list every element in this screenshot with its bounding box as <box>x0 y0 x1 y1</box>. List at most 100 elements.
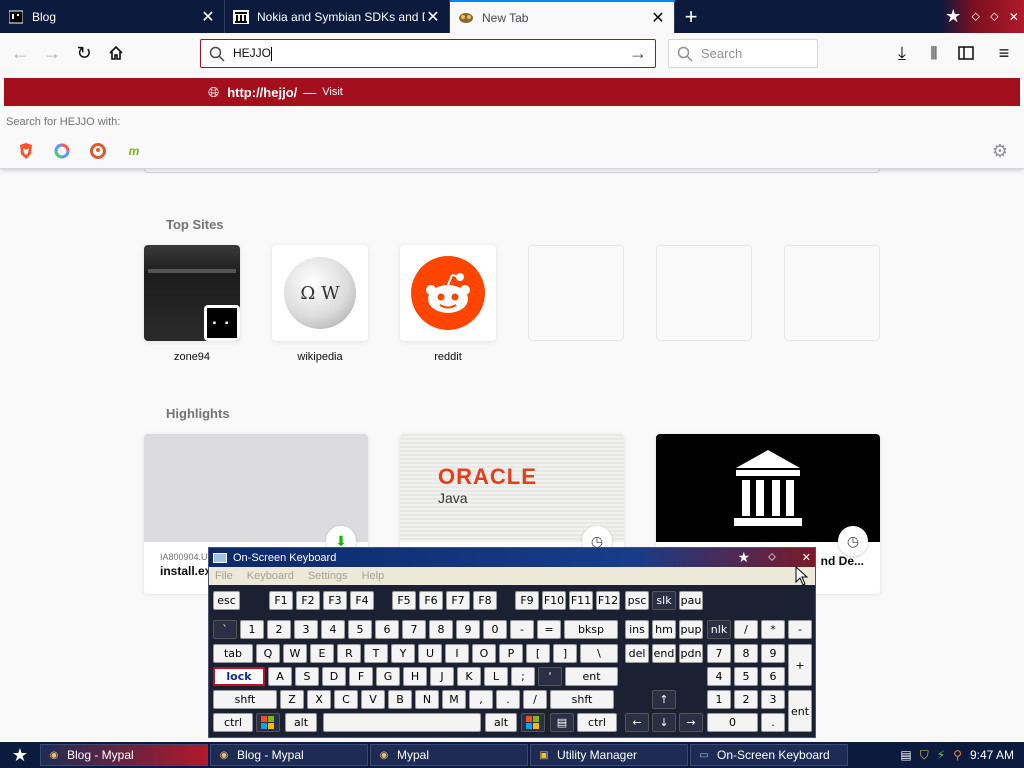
windows-key[interactable] <box>256 713 280 732</box>
key-pup[interactable]: pup <box>679 620 703 639</box>
key-j[interactable]: J <box>430 667 454 686</box>
top-site[interactable]: reddit <box>400 245 496 363</box>
key-k0[interactable]: 0 <box>707 713 758 732</box>
site-thumbnail[interactable] <box>400 245 496 341</box>
maximize-icon[interactable]: ⬦ <box>990 9 998 24</box>
windows-key-right[interactable] <box>521 713 545 732</box>
key-lbr[interactable]: [ <box>526 644 550 663</box>
brave-icon[interactable] <box>16 141 36 161</box>
key-bksp[interactable]: bksp <box>564 620 618 639</box>
key-minus[interactable]: - <box>510 620 534 639</box>
key-n9[interactable]: 9 <box>456 620 480 639</box>
key-r[interactable]: R <box>337 644 361 663</box>
key-arrow-down[interactable]: ↓ <box>652 713 676 732</box>
key-nlk[interactable]: nlk <box>707 620 731 639</box>
key-n6[interactable]: 6 <box>375 620 399 639</box>
minimize-icon[interactable]: ⬦ <box>971 9 979 24</box>
key-semi[interactable]: ; <box>511 667 535 686</box>
key-kstar[interactable]: * <box>761 620 785 639</box>
key-k5[interactable]: 5 <box>734 667 758 686</box>
key-e[interactable]: E <box>310 644 334 663</box>
key-ctrl2[interactable]: ctrl <box>577 713 617 732</box>
back-button[interactable]: ← <box>4 37 36 69</box>
key-x[interactable]: X <box>307 690 331 709</box>
url-bar[interactable]: HEJJO → <box>200 39 656 68</box>
key-h[interactable]: H <box>403 667 427 686</box>
key-k2[interactable]: 2 <box>734 690 758 709</box>
key-f7[interactable]: F7 <box>446 591 470 610</box>
key-hm[interactable]: hm <box>652 620 676 639</box>
key-quote[interactable]: ' <box>538 667 562 686</box>
site-thumbnail[interactable]: ▪ ▪ <box>144 245 240 341</box>
key-k3[interactable]: 3 <box>761 690 785 709</box>
key-bslash[interactable]: \ <box>580 644 618 663</box>
tab-new-tab[interactable]: New Tab ✕ <box>450 0 675 33</box>
task-blog-mypal-1[interactable]: ◉ Blog - Mypal <box>40 744 208 766</box>
task-on-screen-keyboard[interactable]: ▭ On-Screen Keyboard <box>690 744 848 766</box>
key-w[interactable]: W <box>283 644 307 663</box>
key-s[interactable]: S <box>295 667 319 686</box>
key-k1[interactable]: 1 <box>707 690 731 709</box>
key-f5[interactable]: F5 <box>392 591 416 610</box>
key-shft2[interactable]: shft <box>550 690 614 709</box>
key-f[interactable]: F <box>349 667 373 686</box>
key-n0[interactable]: 0 <box>483 620 507 639</box>
key-k8[interactable]: 8 <box>734 644 758 663</box>
key-end[interactable]: end <box>652 644 676 663</box>
key-f11[interactable]: F11 <box>569 591 593 610</box>
autocomplete-visit-row[interactable]: 🌐︎ http://hejjo/ — Visit <box>4 78 1020 106</box>
key-kdot[interactable]: . <box>761 713 785 732</box>
qwant-icon[interactable] <box>52 141 72 161</box>
key-c[interactable]: C <box>334 690 358 709</box>
key-space[interactable] <box>323 713 481 732</box>
key-ent[interactable]: ent <box>565 667 618 686</box>
top-site[interactable]: Ω W wikipedia <box>272 245 368 363</box>
key-d[interactable]: D <box>322 667 346 686</box>
search-input[interactable]: Search <box>701 46 742 61</box>
key-period[interactable]: . <box>496 690 520 709</box>
key-f4[interactable]: F4 <box>350 591 374 610</box>
task-utility-manager[interactable]: ▣ Utility Manager <box>530 744 688 766</box>
duckduckgo-icon[interactable] <box>88 141 108 161</box>
key-u[interactable]: U <box>418 644 442 663</box>
key-k[interactable]: K <box>457 667 481 686</box>
key-shft[interactable]: shft <box>213 690 277 709</box>
key-q[interactable]: Q <box>256 644 280 663</box>
key-n8[interactable]: 8 <box>429 620 453 639</box>
key-f12[interactable]: F12 <box>596 591 620 610</box>
key-g[interactable]: G <box>376 667 400 686</box>
star-icon[interactable]: ★ <box>945 6 961 27</box>
sidebar-button[interactable] <box>950 37 982 69</box>
key-o[interactable]: O <box>472 644 496 663</box>
key-ctrl[interactable]: ctrl <box>213 713 253 732</box>
key-f1[interactable]: F1 <box>269 591 293 610</box>
key-m[interactable]: M <box>442 690 466 709</box>
key-a[interactable]: A <box>268 667 292 686</box>
key-l[interactable]: L <box>484 667 508 686</box>
key-fslash[interactable]: / <box>523 690 547 709</box>
site-thumbnail[interactable]: Ω W <box>272 245 368 341</box>
key-arrow-left[interactable]: ← <box>625 713 649 732</box>
key-esc[interactable]: esc <box>213 591 240 610</box>
key-backtick[interactable]: ` <box>213 620 237 639</box>
task-mypal[interactable]: ◉ Mypal <box>370 744 528 766</box>
key-z[interactable]: Z <box>280 690 304 709</box>
close-window-icon[interactable]: ✕ <box>1009 10 1019 24</box>
key-n5[interactable]: 5 <box>348 620 372 639</box>
tab-blog[interactable]: Blog ✕ <box>0 0 225 33</box>
key-rbr[interactable]: ] <box>553 644 577 663</box>
forward-button[interactable]: → <box>36 37 68 69</box>
home-button[interactable] <box>100 37 132 69</box>
key-n2[interactable]: 2 <box>267 620 291 639</box>
close-icon[interactable]: ✕ <box>200 7 216 27</box>
menu-button[interactable]: ≡ <box>988 37 1020 69</box>
page-search-box[interactable] <box>144 169 880 173</box>
key-kminus[interactable]: - <box>788 620 812 639</box>
key-b[interactable]: B <box>388 690 412 709</box>
task-blog-mypal-2[interactable]: ◉ Blog - Mypal <box>210 744 368 766</box>
key-kplus[interactable]: + <box>788 644 812 686</box>
key-t[interactable]: T <box>364 644 388 663</box>
downloads-button[interactable]: ⤓ <box>886 37 918 69</box>
network-icon[interactable]: ⚡︎ <box>937 748 945 762</box>
search-bar[interactable]: Search <box>668 39 818 68</box>
